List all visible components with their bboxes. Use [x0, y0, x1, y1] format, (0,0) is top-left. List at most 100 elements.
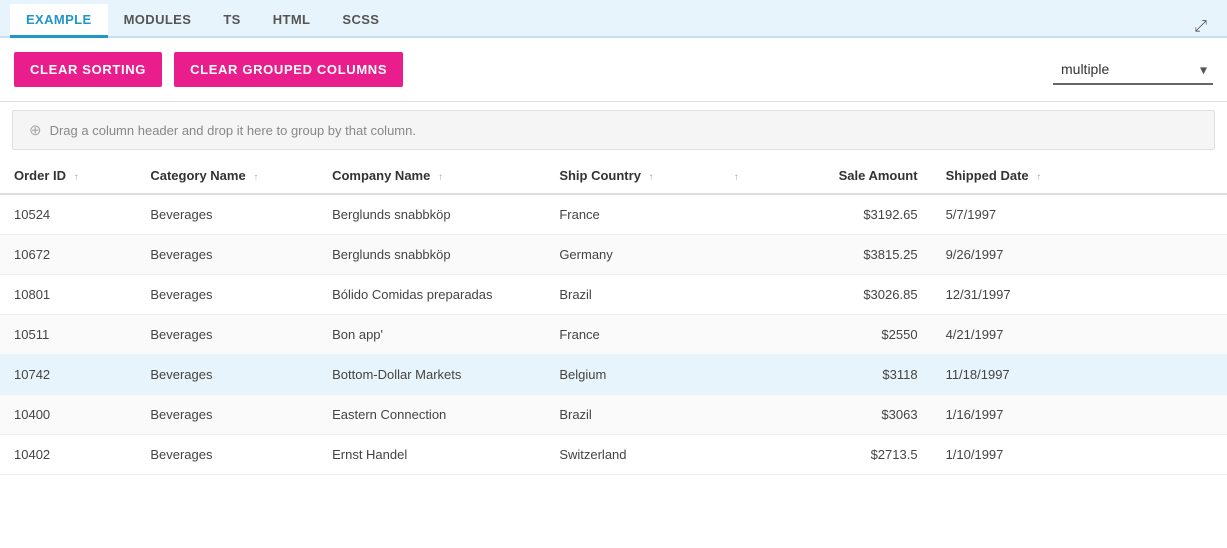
cell-shipped: 1/10/1997: [932, 435, 1114, 475]
cell-extra: [716, 435, 784, 475]
cell-last: [1113, 235, 1227, 275]
col-sale-label: Sale Amount: [839, 168, 918, 183]
cell-last: [1113, 435, 1227, 475]
cell-last: [1113, 194, 1227, 235]
cell-company: Eastern Connection: [318, 395, 545, 435]
cell-company: Berglunds snabbköp: [318, 235, 545, 275]
cell-order-id: 10742: [0, 355, 136, 395]
table-row: 10400BeveragesEastern ConnectionBrazil $3…: [0, 395, 1227, 435]
cell-company: Bólido Comidas preparadas: [318, 275, 545, 315]
cell-country: France: [545, 194, 715, 235]
cell-shipped: 4/21/1997: [932, 315, 1114, 355]
cell-extra: [716, 194, 784, 235]
cell-category: Beverages: [136, 235, 318, 275]
cell-sale: $3063: [784, 395, 932, 435]
cell-sale: $3026.85: [784, 275, 932, 315]
sort-arrow-shipped: ↑: [1036, 172, 1041, 183]
table-row: 10511BeveragesBon app'France $25504/21/19…: [0, 315, 1227, 355]
cell-sale: $2713.5: [784, 435, 932, 475]
cell-category: Beverages: [136, 395, 318, 435]
cell-company: Ernst Handel: [318, 435, 545, 475]
cell-last: [1113, 355, 1227, 395]
cell-order-id: 10400: [0, 395, 136, 435]
cell-last: [1113, 315, 1227, 355]
cell-country: Switzerland: [545, 435, 715, 475]
sort-arrow-extra: ↑: [734, 172, 739, 183]
data-table: Order ID ↑ Category Name ↑ Company Name …: [0, 158, 1227, 475]
col-header-category-name[interactable]: Category Name ↑: [136, 158, 318, 194]
tab-example[interactable]: EXAMPLE: [10, 4, 108, 38]
table-wrapper: Order ID ↑ Category Name ↑ Company Name …: [0, 158, 1227, 548]
sort-arrow-company: ↑: [438, 172, 443, 183]
table-row: 10524BeveragesBerglunds snabbköpFrance $3…: [0, 194, 1227, 235]
cell-sale: $2550: [784, 315, 932, 355]
cell-order-id: 10524: [0, 194, 136, 235]
clear-sorting-button[interactable]: CLEAR SORTING: [14, 52, 162, 87]
col-company-label: Company Name: [332, 168, 430, 183]
tabs-bar: EXAMPLE MODULES TS HTML SCSS ⤢: [0, 0, 1227, 38]
info-icon: ⊕: [29, 121, 42, 139]
cell-shipped: 5/7/1997: [932, 194, 1114, 235]
col-shipped-label: Shipped Date: [946, 168, 1029, 183]
clear-grouped-columns-button[interactable]: CLEAR GROUPED COLUMNS: [174, 52, 403, 87]
tab-html[interactable]: HTML: [257, 4, 327, 38]
cell-country: Germany: [545, 235, 715, 275]
grouping-dropdown[interactable]: multiple single none: [1053, 55, 1213, 85]
cell-category: Beverages: [136, 355, 318, 395]
cell-extra: [716, 275, 784, 315]
table-row: 10742BeveragesBottom-Dollar MarketsBelgi…: [0, 355, 1227, 395]
cell-company: Bon app': [318, 315, 545, 355]
cell-extra: [716, 235, 784, 275]
cell-company: Bottom-Dollar Markets: [318, 355, 545, 395]
sort-arrow-country: ↑: [649, 172, 654, 183]
cell-order-id: 10801: [0, 275, 136, 315]
table-header-row: Order ID ↑ Category Name ↑ Company Name …: [0, 158, 1227, 194]
col-header-company-name[interactable]: Company Name ↑: [318, 158, 545, 194]
tab-modules[interactable]: MODULES: [108, 4, 208, 38]
col-header-last: [1113, 158, 1227, 194]
cell-extra: [716, 395, 784, 435]
cell-shipped: 11/18/1997: [932, 355, 1114, 395]
col-header-ship-country[interactable]: Ship Country ↑: [545, 158, 715, 194]
expand-icon[interactable]: ⤢: [1184, 18, 1217, 36]
cell-country: Belgium: [545, 355, 715, 395]
sort-arrow-order-id: ↑: [74, 172, 79, 183]
cell-extra: [716, 315, 784, 355]
cell-shipped: 9/26/1997: [932, 235, 1114, 275]
drag-hint-text: Drag a column header and drop it here to…: [50, 123, 416, 138]
col-header-order-id[interactable]: Order ID ↑: [0, 158, 136, 194]
cell-sale: $3815.25: [784, 235, 932, 275]
table-row: 10672BeveragesBerglunds snabbköpGermany $…: [0, 235, 1227, 275]
cell-sale: $3118: [784, 355, 932, 395]
table-row: 10801BeveragesBólido Comidas preparadasB…: [0, 275, 1227, 315]
grouping-dropdown-wrapper: multiple single none ▾: [1053, 55, 1213, 85]
cell-company: Berglunds snabbköp: [318, 194, 545, 235]
cell-category: Beverages: [136, 435, 318, 475]
tab-ts[interactable]: TS: [207, 4, 256, 38]
cell-sale: $3192.65: [784, 194, 932, 235]
cell-last: [1113, 395, 1227, 435]
cell-country: Brazil: [545, 275, 715, 315]
cell-order-id: 10402: [0, 435, 136, 475]
cell-order-id: 10672: [0, 235, 136, 275]
cell-order-id: 10511: [0, 315, 136, 355]
col-category-label: Category Name: [150, 168, 245, 183]
col-header-shipped-date[interactable]: Shipped Date ↑: [932, 158, 1114, 194]
cell-country: France: [545, 315, 715, 355]
col-header-extra[interactable]: ↑: [716, 158, 784, 194]
cell-last: [1113, 275, 1227, 315]
table-row: 10402BeveragesErnst HandelSwitzerland $27…: [0, 435, 1227, 475]
col-header-sale-amount: Sale Amount: [784, 158, 932, 194]
col-order-id-label: Order ID: [14, 168, 66, 183]
cell-shipped: 12/31/1997: [932, 275, 1114, 315]
col-country-label: Ship Country: [559, 168, 641, 183]
cell-country: Brazil: [545, 395, 715, 435]
cell-category: Beverages: [136, 275, 318, 315]
sort-arrow-category: ↑: [253, 172, 258, 183]
cell-extra: [716, 355, 784, 395]
drag-hint-bar: ⊕ Drag a column header and drop it here …: [12, 110, 1215, 150]
cell-category: Beverages: [136, 194, 318, 235]
cell-shipped: 1/16/1997: [932, 395, 1114, 435]
tab-scss[interactable]: SCSS: [326, 4, 395, 38]
cell-category: Beverages: [136, 315, 318, 355]
